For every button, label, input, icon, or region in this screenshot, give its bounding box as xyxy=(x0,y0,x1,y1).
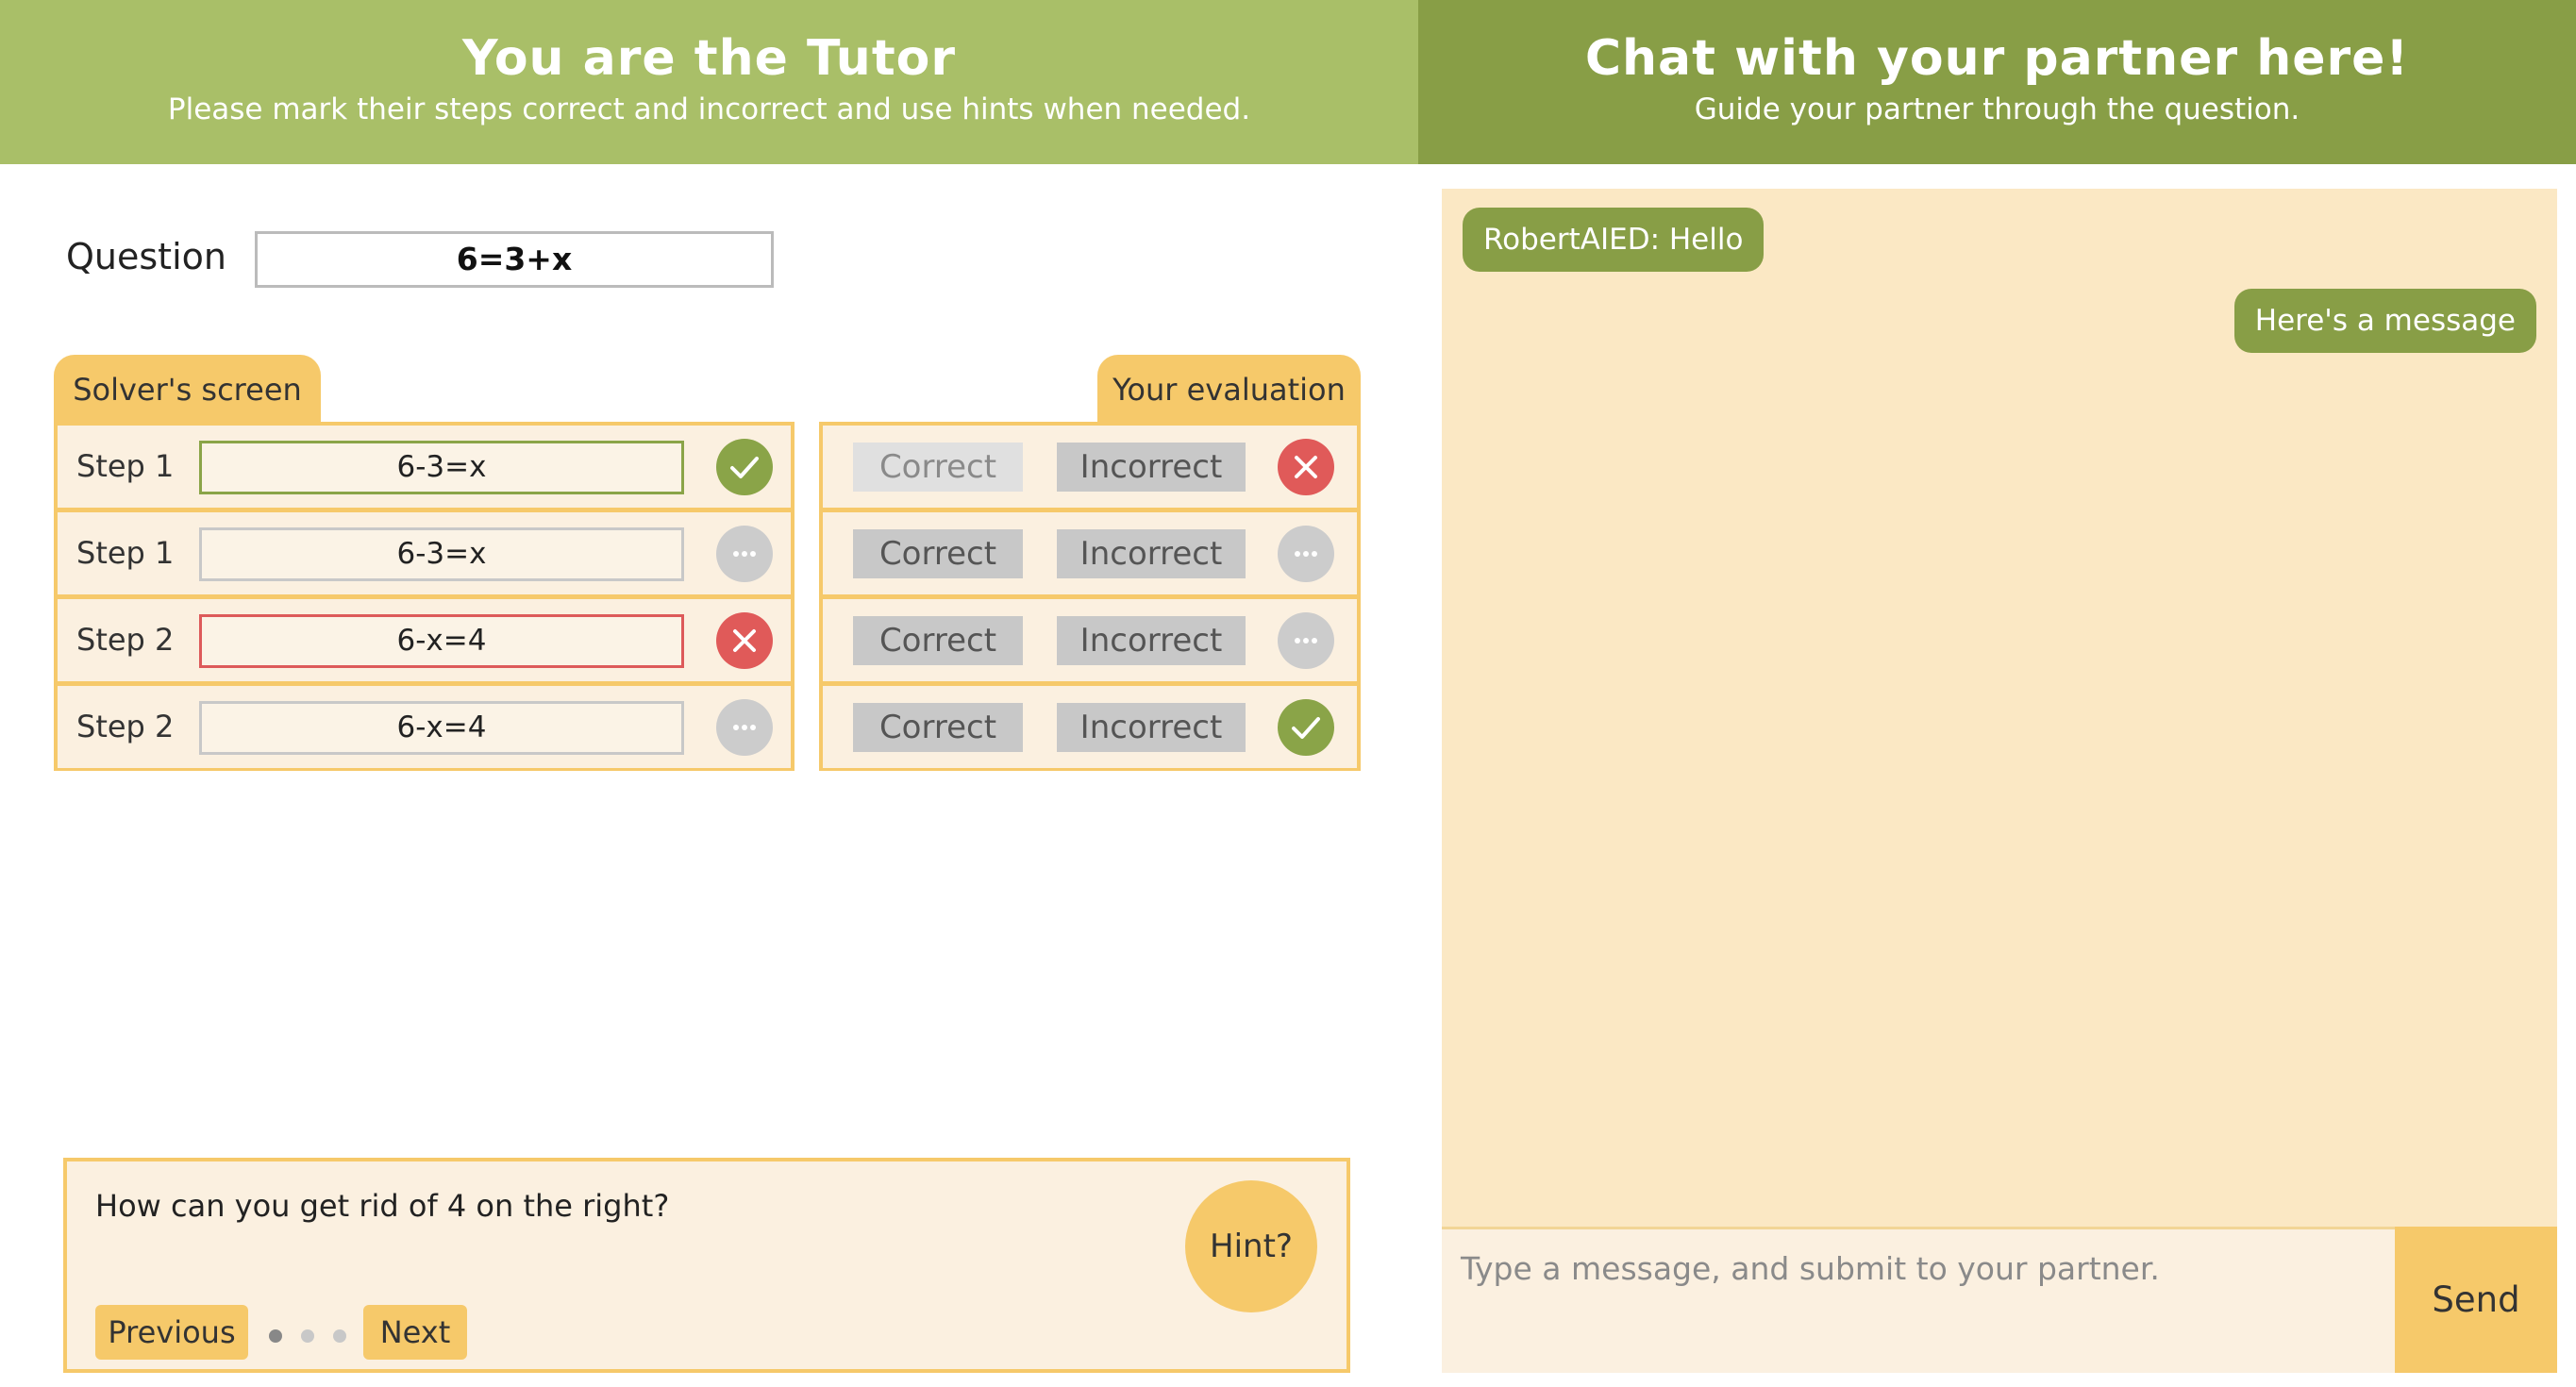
incorrect-button[interactable]: Incorrect xyxy=(1057,616,1246,665)
chat-input-placeholder: Type a message, and submit to your partn… xyxy=(1461,1250,2160,1287)
ellipsis-icon xyxy=(1278,526,1334,582)
hint-page-dot[interactable] xyxy=(269,1329,282,1343)
tutor-header-subtitle: Please mark their steps correct and inco… xyxy=(167,92,1251,126)
hint-page-dot[interactable] xyxy=(333,1329,346,1343)
chat-header-title: Chat with your partner here! xyxy=(1584,30,2410,87)
solver-step-row: Step 2 6-x=4 xyxy=(58,686,791,768)
check-icon xyxy=(1278,699,1334,756)
chat-message-outgoing: Here's a message xyxy=(2233,289,2536,353)
tutor-header: You are the Tutor Please mark their step… xyxy=(0,0,1418,164)
solver-step-row: Step 1 6-3=x xyxy=(58,512,791,594)
step-label: Step 1 xyxy=(76,535,175,571)
next-hint-button[interactable]: Next xyxy=(363,1305,467,1360)
ellipsis-icon xyxy=(716,526,773,582)
incorrect-button[interactable]: Incorrect xyxy=(1057,529,1246,578)
step-answer-field: 6-x=4 xyxy=(199,701,684,755)
incorrect-button[interactable]: Incorrect xyxy=(1057,443,1246,492)
hint-page-dot[interactable] xyxy=(301,1329,314,1343)
x-icon xyxy=(716,612,773,669)
evaluation-panel: Correct Incorrect Correct Incorrect Corr… xyxy=(819,422,1361,771)
ellipsis-icon xyxy=(1278,612,1334,669)
send-button[interactable]: Send xyxy=(2395,1227,2557,1373)
chat-message-input[interactable]: Type a message, and submit to your partn… xyxy=(1442,1227,2395,1373)
solver-steps-panel: Step 1 6-3=x Step 1 6-3=x Step 2 6-x=4 S… xyxy=(54,422,795,771)
step-answer-field: 6-3=x xyxy=(199,527,684,581)
hint-panel: How can you get rid of 4 on the right? H… xyxy=(63,1158,1350,1373)
chat-message-incoming: RobertAIED: Hello xyxy=(1463,208,1765,272)
correct-button[interactable]: Correct xyxy=(853,529,1023,578)
step-label: Step 2 xyxy=(76,709,175,744)
step-label: Step 2 xyxy=(76,622,175,658)
evaluation-row: Correct Incorrect xyxy=(823,426,1357,508)
question-field: 6=3+x xyxy=(255,231,774,288)
check-icon xyxy=(716,439,773,495)
solver-step-row: Step 2 6-x=4 xyxy=(58,599,791,681)
evaluation-row: Correct Incorrect xyxy=(823,686,1357,768)
correct-button[interactable]: Correct xyxy=(853,443,1023,492)
chat-header: Chat with your partner here! Guide your … xyxy=(1418,0,2576,164)
evaluation-row: Correct Incorrect xyxy=(823,599,1357,681)
correct-button[interactable]: Correct xyxy=(853,703,1023,752)
tutor-header-title: You are the Tutor xyxy=(461,30,957,87)
chat-panel: RobertAIED: Hello Here's a message Type … xyxy=(1442,189,2557,1373)
incorrect-button[interactable]: Incorrect xyxy=(1057,703,1246,752)
solver-step-row: Step 1 6-3=x xyxy=(58,426,791,508)
hint-button[interactable]: Hint? xyxy=(1185,1180,1317,1312)
x-icon xyxy=(1278,439,1334,495)
ellipsis-icon xyxy=(716,699,773,756)
step-answer-field: 6-x=4 xyxy=(199,614,684,668)
previous-hint-button[interactable]: Previous xyxy=(95,1305,248,1360)
chat-header-subtitle: Guide your partner through the question. xyxy=(1694,92,2300,126)
step-label: Step 1 xyxy=(76,448,175,484)
step-answer-field: 6-3=x xyxy=(199,441,684,494)
solver-screen-tab: Solver's screen xyxy=(54,355,321,425)
your-evaluation-tab: Your evaluation xyxy=(1097,355,1361,425)
question-label: Question xyxy=(66,236,226,277)
correct-button[interactable]: Correct xyxy=(853,616,1023,665)
evaluation-row: Correct Incorrect xyxy=(823,512,1357,594)
hint-text: How can you get rid of 4 on the right? xyxy=(95,1188,670,1224)
